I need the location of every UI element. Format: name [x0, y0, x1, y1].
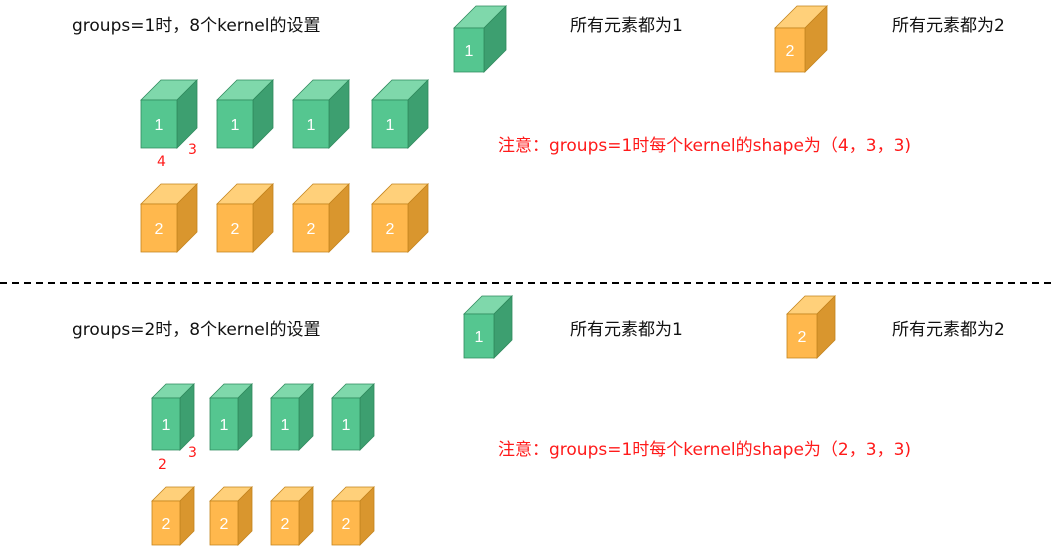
legend2-green-cube-label: 1	[475, 329, 484, 346]
kernel1-orange-4: 2	[371, 183, 429, 253]
kernel1-orange-2: 2	[216, 183, 274, 253]
kernel1-orange-1: 2	[140, 183, 198, 253]
kernel2-green-4: 1	[331, 383, 375, 451]
legend2-orange-cube-label: 2	[798, 329, 807, 346]
kernel2-green-3-label: 1	[281, 417, 290, 434]
legend1-green-cube-label: 1	[465, 43, 474, 60]
cube-canvas: 1 2 1 1 1 1 2 2 2 2 1 2 1 1 1 1 2 2 2 2	[0, 5, 1053, 546]
kernel2-orange-2: 2	[209, 486, 253, 546]
kernel1-green-4-label: 1	[386, 117, 395, 134]
kernel1-orange-4-label: 2	[386, 221, 395, 238]
legend1-orange-cube-label: 2	[786, 43, 795, 60]
kernel1-green-2: 1	[216, 79, 274, 149]
kernel1-green-4: 1	[371, 79, 429, 149]
kernel2-orange-2-label: 2	[220, 516, 229, 533]
kernel1-green-1-label: 1	[155, 117, 164, 134]
kernel1-orange-3-label: 2	[307, 221, 316, 238]
kernel2-orange-3: 2	[270, 486, 314, 546]
kernel2-orange-1-label: 2	[162, 516, 171, 533]
kernel2-green-1-label: 1	[162, 417, 171, 434]
kernel2-orange-1: 2	[151, 486, 195, 546]
kernel1-orange-1-label: 2	[155, 221, 164, 238]
legend2-green-cube: 1	[463, 295, 513, 359]
kernel1-green-3-label: 1	[307, 117, 316, 134]
kernel2-green-4-label: 1	[342, 417, 351, 434]
kernel1-green-3: 1	[292, 79, 350, 149]
kernel1-orange-2-label: 2	[231, 221, 240, 238]
kernel2-orange-3-label: 2	[281, 516, 290, 533]
kernel2-green-1: 1	[151, 383, 195, 451]
kernel2-green-2: 1	[209, 383, 253, 451]
kernel2-green-2-label: 1	[220, 417, 229, 434]
legend1-orange-cube: 2	[774, 5, 828, 73]
kernel2-orange-4: 2	[331, 486, 375, 546]
kernel2-orange-4-label: 2	[342, 516, 351, 533]
kernel2-green-3: 1	[270, 383, 314, 451]
legend1-green-cube: 1	[453, 5, 507, 73]
legend2-orange-cube: 2	[786, 295, 836, 359]
kernel1-green-2-label: 1	[231, 117, 240, 134]
kernel1-orange-3: 2	[292, 183, 350, 253]
kernel1-green-1: 1	[140, 79, 198, 149]
